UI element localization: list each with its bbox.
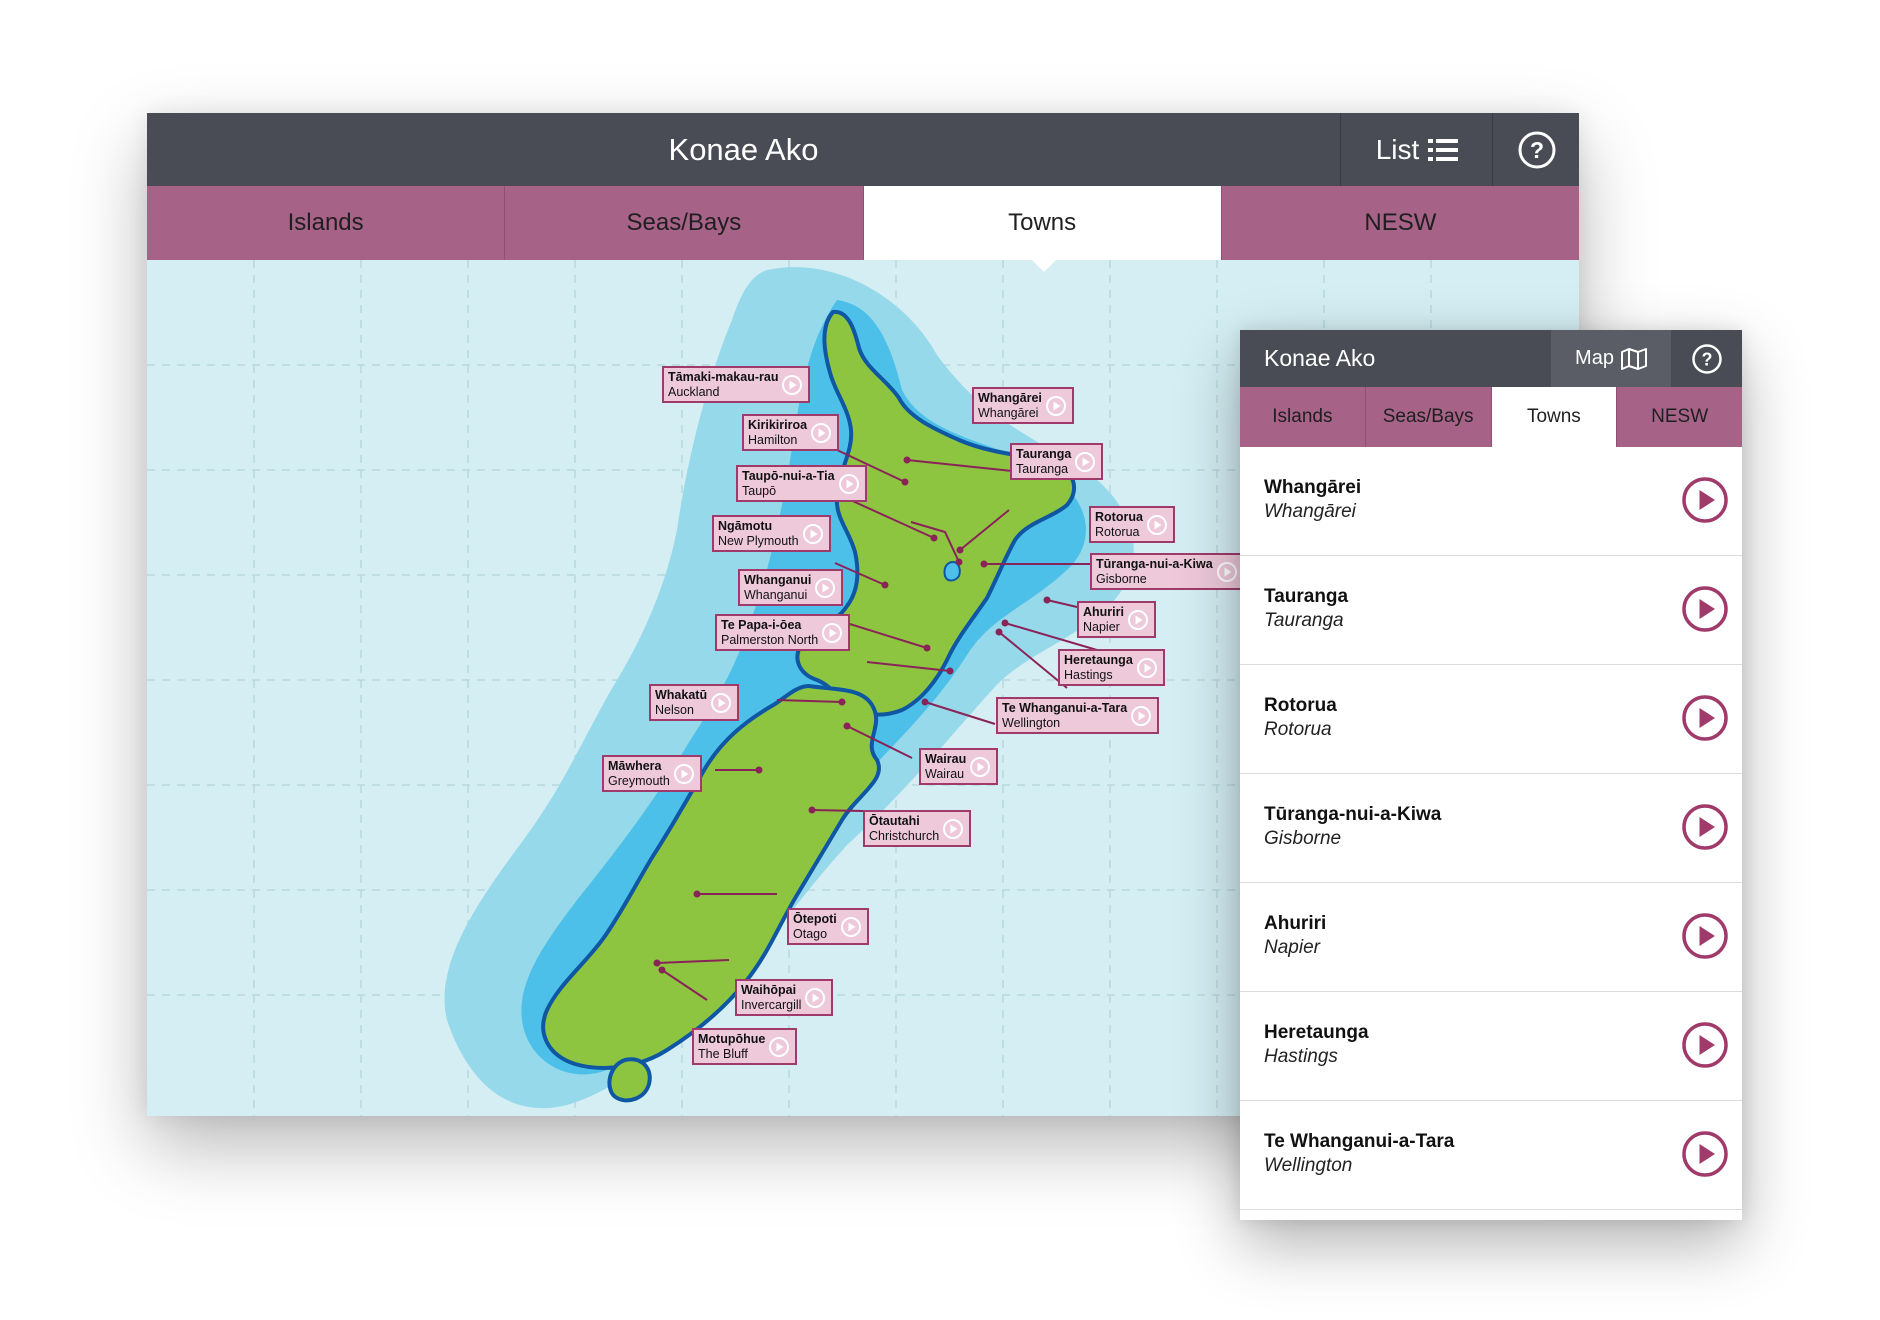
town-label[interactable]: Waihōpai Invercargill bbox=[735, 979, 834, 1016]
tab-islands[interactable]: Islands bbox=[1240, 387, 1366, 447]
play-icon[interactable] bbox=[673, 763, 695, 785]
town-label[interactable]: Te Papa-i-ōea Palmerston North bbox=[715, 614, 851, 651]
town-label[interactable]: Ōtautahi Christchurch bbox=[863, 810, 972, 847]
list-item[interactable]: Ahuriri Napier bbox=[1240, 883, 1742, 992]
town-name: Te Whanganui-a-Tara bbox=[1264, 1131, 1455, 1152]
play-icon[interactable] bbox=[1130, 705, 1152, 727]
mobile-header: Konae Ako Map ? bbox=[1240, 330, 1742, 387]
help-button[interactable]: ? bbox=[1492, 113, 1579, 186]
tab-nesw[interactable]: NESW bbox=[1617, 387, 1742, 447]
town-label[interactable]: Ngāmotu New Plymouth bbox=[712, 515, 831, 552]
town-label[interactable]: Tūranga-nui-a-Kiwa Gisborne bbox=[1090, 553, 1245, 590]
play-icon[interactable] bbox=[838, 473, 860, 495]
list-item[interactable]: Tauranga Tauranga bbox=[1240, 556, 1742, 665]
desktop-tabs: Islands Seas/Bays Towns NESW bbox=[147, 186, 1579, 260]
play-icon[interactable] bbox=[802, 523, 824, 545]
towns-list: Whangārei Whangārei Tauranga Tauranga Ro… bbox=[1240, 447, 1742, 1210]
town-name: Tūranga-nui-a-Kiwa bbox=[1264, 804, 1442, 825]
town-label[interactable]: Whangārei Whangārei bbox=[972, 387, 1074, 424]
town-name: Ahuriri bbox=[1264, 913, 1327, 934]
play-icon[interactable] bbox=[1136, 657, 1158, 679]
play-icon[interactable] bbox=[810, 422, 832, 444]
town-english: Gisborne bbox=[1264, 828, 1342, 849]
tab-seas-bays[interactable]: Seas/Bays bbox=[1365, 387, 1492, 447]
list-view-button[interactable]: List bbox=[1340, 113, 1493, 186]
app-title: Konae Ako bbox=[668, 132, 819, 167]
map-icon bbox=[1620, 347, 1647, 370]
play-icon[interactable] bbox=[1127, 609, 1149, 631]
tab-towns[interactable]: Towns bbox=[863, 186, 1222, 260]
town-name: Whangārei bbox=[1264, 477, 1362, 498]
play-icon[interactable] bbox=[1681, 694, 1729, 742]
play-icon[interactable] bbox=[814, 577, 836, 599]
town-label[interactable]: Heretaunga Hastings bbox=[1058, 649, 1165, 686]
play-icon[interactable] bbox=[1681, 1021, 1729, 1069]
tab-islands[interactable]: Islands bbox=[147, 186, 506, 260]
app-title: Konae Ako bbox=[1264, 345, 1376, 371]
play-icon[interactable] bbox=[1681, 1130, 1729, 1178]
help-icon: ? bbox=[1518, 131, 1555, 168]
play-icon[interactable] bbox=[1216, 561, 1238, 583]
play-icon[interactable] bbox=[1681, 585, 1729, 633]
town-label[interactable]: Rotorua Rotorua bbox=[1089, 506, 1175, 543]
list-item[interactable]: Rotorua Rotorua bbox=[1240, 665, 1742, 774]
play-icon[interactable] bbox=[821, 622, 843, 644]
town-label[interactable]: Motupōhue The Bluff bbox=[692, 1028, 798, 1065]
mobile-tabs: Islands Seas/Bays Towns NESW bbox=[1240, 387, 1742, 447]
stewart-island bbox=[607, 1057, 652, 1103]
play-icon[interactable] bbox=[942, 818, 964, 840]
town-english: Tauranga bbox=[1264, 610, 1344, 631]
town-name: Heretaunga bbox=[1264, 1022, 1369, 1043]
town-english: Hastings bbox=[1264, 1046, 1338, 1067]
town-label[interactable]: Ōtepoti Otago bbox=[787, 908, 869, 945]
town-label[interactable]: Whakatū Nelson bbox=[649, 684, 740, 721]
town-english: Whangārei bbox=[1264, 501, 1356, 522]
town-name: Rotorua bbox=[1264, 695, 1337, 716]
mobile-window: Konae Ako Map ? Islands Seas/Bays Towns … bbox=[1240, 330, 1742, 1220]
play-icon[interactable] bbox=[1681, 476, 1729, 524]
svg-text:?: ? bbox=[1701, 349, 1712, 369]
help-button[interactable]: ? bbox=[1671, 330, 1742, 387]
town-label[interactable]: Ahuriri Napier bbox=[1077, 601, 1156, 638]
play-icon[interactable] bbox=[1146, 514, 1168, 536]
play-icon[interactable] bbox=[1045, 395, 1067, 417]
tab-towns[interactable]: Towns bbox=[1491, 387, 1618, 447]
play-icon[interactable] bbox=[768, 1036, 790, 1058]
town-label[interactable]: Tāmaki-makau-rau Auckland bbox=[662, 366, 811, 403]
play-icon[interactable] bbox=[840, 916, 862, 938]
map-view-button[interactable]: Map bbox=[1551, 330, 1671, 387]
list-item[interactable]: Tūranga-nui-a-Kiwa Gisborne bbox=[1240, 774, 1742, 883]
play-icon[interactable] bbox=[1681, 912, 1729, 960]
town-label[interactable]: Whanganui Whanganui bbox=[738, 569, 844, 606]
list-item[interactable]: Te Whanganui-a-Tara Wellington bbox=[1240, 1101, 1742, 1210]
svg-text:?: ? bbox=[1529, 137, 1543, 163]
desktop-header: Konae Ako List ? bbox=[147, 113, 1579, 186]
play-icon[interactable] bbox=[781, 374, 803, 396]
town-label[interactable]: Taupō-nui-a-Tia Taupō bbox=[736, 465, 867, 502]
town-english: Wellington bbox=[1264, 1155, 1353, 1176]
list-icon bbox=[1428, 138, 1459, 161]
play-icon[interactable] bbox=[969, 756, 991, 778]
town-label[interactable]: Tauranga Tauranga bbox=[1010, 443, 1104, 480]
town-label[interactable]: Kirikiriroa Hamilton bbox=[742, 414, 840, 451]
list-item[interactable]: Whangārei Whangārei bbox=[1240, 447, 1742, 556]
tab-nesw[interactable]: NESW bbox=[1221, 186, 1579, 260]
help-icon: ? bbox=[1691, 343, 1722, 374]
town-label[interactable]: Te Whanganui-a-Tara Wellington bbox=[996, 697, 1160, 734]
play-icon[interactable] bbox=[1681, 803, 1729, 851]
town-name: Tauranga bbox=[1264, 586, 1349, 607]
town-english: Napier bbox=[1264, 937, 1320, 958]
play-icon[interactable] bbox=[804, 987, 826, 1009]
town-english: Rotorua bbox=[1264, 719, 1332, 740]
list-button-label: List bbox=[1375, 133, 1420, 165]
town-label[interactable]: Māwhera Greymouth bbox=[602, 755, 702, 792]
play-icon[interactable] bbox=[1074, 451, 1096, 473]
play-icon[interactable] bbox=[710, 692, 732, 714]
list-item[interactable]: Heretaunga Hastings bbox=[1240, 992, 1742, 1101]
tab-seas-bays[interactable]: Seas/Bays bbox=[505, 186, 864, 260]
town-label[interactable]: Wairau Wairau bbox=[919, 748, 999, 785]
map-button-label: Map bbox=[1575, 347, 1614, 369]
